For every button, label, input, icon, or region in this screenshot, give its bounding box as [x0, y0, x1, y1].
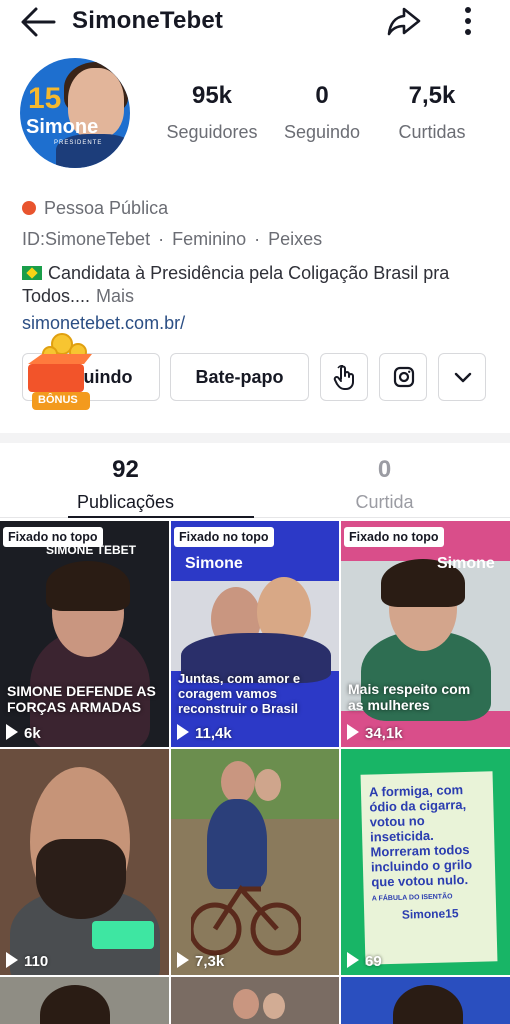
- post-person-head: [221, 761, 255, 803]
- pinned-badge: Fixado no topo: [174, 527, 274, 547]
- play-icon: [177, 952, 189, 968]
- profile-gender: Feminino: [172, 229, 247, 249]
- back-arrow-icon[interactable]: [18, 4, 58, 40]
- hand-pointer-icon: [333, 365, 354, 390]
- view-count: 110: [24, 953, 49, 970]
- stat-value: 7,5k: [408, 82, 456, 109]
- stat-likes[interactable]: 7,5k Curtidas: [377, 82, 487, 143]
- post-thumbnail[interactable]: 110: [0, 749, 169, 975]
- post-views: 11,4k: [177, 724, 232, 742]
- post-person-head: [233, 989, 259, 1019]
- post-caption: A formiga, com ódio da cigarra, votou no…: [368, 782, 473, 890]
- post-views: 34,1k: [347, 724, 403, 742]
- post-person-hair: [393, 985, 463, 1024]
- post-person-hair: [46, 561, 130, 611]
- view-count: 34,1k: [365, 725, 403, 742]
- pinned-badge: Fixado no topo: [3, 527, 103, 547]
- post-views: 69: [347, 952, 382, 970]
- stat-label: Seguindo: [283, 122, 361, 142]
- post-views: 110: [6, 952, 48, 970]
- instagram-button[interactable]: [379, 353, 427, 401]
- bonus-reward-badge[interactable]: BÔNUS: [22, 328, 100, 410]
- play-icon: [6, 724, 18, 740]
- post-views: 7,3k: [177, 952, 224, 970]
- view-count: 6k: [24, 725, 41, 742]
- profile-sign: Peixes: [268, 229, 323, 249]
- brazil-flag-icon: [22, 266, 42, 280]
- post-thumbnail[interactable]: [0, 977, 169, 1024]
- post-caption: Mais respeito com as mulheres: [348, 681, 471, 713]
- stat-value: 0: [315, 82, 329, 109]
- active-tab-indicator: [68, 516, 254, 518]
- post-person-hair: [40, 985, 110, 1024]
- verified-dot-icon: [22, 201, 36, 215]
- profile-avatar[interactable]: 15 Simone PRESIDENTE: [20, 58, 130, 168]
- separator: ·: [254, 229, 261, 249]
- post-person-head: [263, 993, 285, 1019]
- stat-following[interactable]: 0 Seguindo: [267, 82, 377, 143]
- play-icon: [347, 724, 359, 740]
- expand-button[interactable]: [438, 353, 486, 401]
- bicycle-icon: [191, 884, 301, 956]
- avatar-subtitle: PRESIDENTE: [54, 140, 103, 146]
- profile-username: SimoneTebet: [72, 7, 224, 34]
- public-figure-badge: Pessoa Pública: [22, 198, 168, 219]
- stat-label: Curtidas: [398, 122, 466, 142]
- post-caption: SIMONE DEFENDE AS FORÇAS ARMADAS: [7, 683, 156, 715]
- post-views: 6k: [6, 724, 41, 742]
- post-person-head: [255, 769, 281, 801]
- top-bar: SimoneTebet: [0, 0, 510, 44]
- pinned-badge: Fixado no topo: [344, 527, 444, 547]
- post-thumbnail[interactable]: Simone Mais respeito com as mulheres Fix…: [341, 521, 510, 747]
- stat-value: 95k: [191, 82, 233, 109]
- stat-followers[interactable]: 95k Seguidores: [157, 82, 267, 143]
- profile-bio: Candidata à Presidência pela Coligação B…: [22, 262, 492, 308]
- tab-count: 0: [377, 456, 392, 483]
- tab-posts[interactable]: 92 Publicações: [38, 456, 213, 513]
- view-count: 11,4k: [195, 725, 232, 742]
- view-count: 7,3k: [195, 953, 225, 970]
- post-thumbnail[interactable]: Simone Juntas, com amor e coragem vamos …: [171, 521, 339, 747]
- post-subcaption: A FÁBULA DO ISENTÃO: [371, 893, 453, 903]
- avatar-name: Simone: [26, 116, 99, 138]
- avatar-number: 15: [28, 82, 62, 115]
- tab-likes[interactable]: 0 Curtida: [297, 456, 472, 513]
- play-icon: [6, 952, 18, 968]
- bio-more-link[interactable]: Mais: [96, 286, 134, 306]
- post-brand: Simone: [437, 555, 495, 572]
- post-thumbnail[interactable]: 7,3k: [171, 749, 339, 975]
- bio-text: Candidata à Presidência pela Coligação B…: [22, 263, 450, 306]
- profile-id: ID:SimoneTebet: [22, 229, 151, 249]
- post-person-beard: [36, 839, 126, 919]
- chat-button[interactable]: Bate-papo: [170, 353, 309, 401]
- post-thumbnail[interactable]: [171, 977, 339, 1024]
- instagram-icon: [393, 366, 415, 388]
- tab-label: Publicações: [76, 492, 175, 512]
- play-icon: [347, 952, 359, 968]
- post-thumbnail[interactable]: A formiga, com ódio da cigarra, votou no…: [341, 749, 510, 975]
- post-brand: Simone15: [401, 906, 459, 922]
- view-count: 69: [365, 953, 382, 970]
- share-icon[interactable]: [384, 3, 424, 39]
- emoji-sticker: [92, 921, 154, 949]
- tab-label: Curtida: [355, 492, 414, 512]
- poke-button[interactable]: [320, 353, 368, 401]
- more-options-icon[interactable]: [452, 3, 484, 39]
- section-divider: [0, 433, 510, 443]
- bonus-label: BÔNUS: [38, 394, 78, 406]
- category-label: Pessoa Pública: [44, 198, 169, 218]
- chevron-down-icon: [454, 372, 472, 383]
- profile-meta: ID:SimoneTebet · Feminino · Peixes: [22, 229, 322, 250]
- stat-label: Seguidores: [166, 122, 258, 142]
- post-brand: Simone: [185, 555, 243, 572]
- post-thumbnail[interactable]: [341, 977, 510, 1024]
- play-icon: [177, 724, 189, 740]
- post-thumbnail[interactable]: SIMONE TEBET SIMONE DEFENDE AS FORÇAS AR…: [0, 521, 169, 747]
- tab-count: 92: [112, 456, 139, 483]
- post-caption: Juntas, com amor e coragem vamos reconst…: [178, 671, 301, 716]
- post-poster: A formiga, com ódio da cigarra, votou no…: [360, 771, 498, 965]
- separator: ·: [158, 229, 165, 249]
